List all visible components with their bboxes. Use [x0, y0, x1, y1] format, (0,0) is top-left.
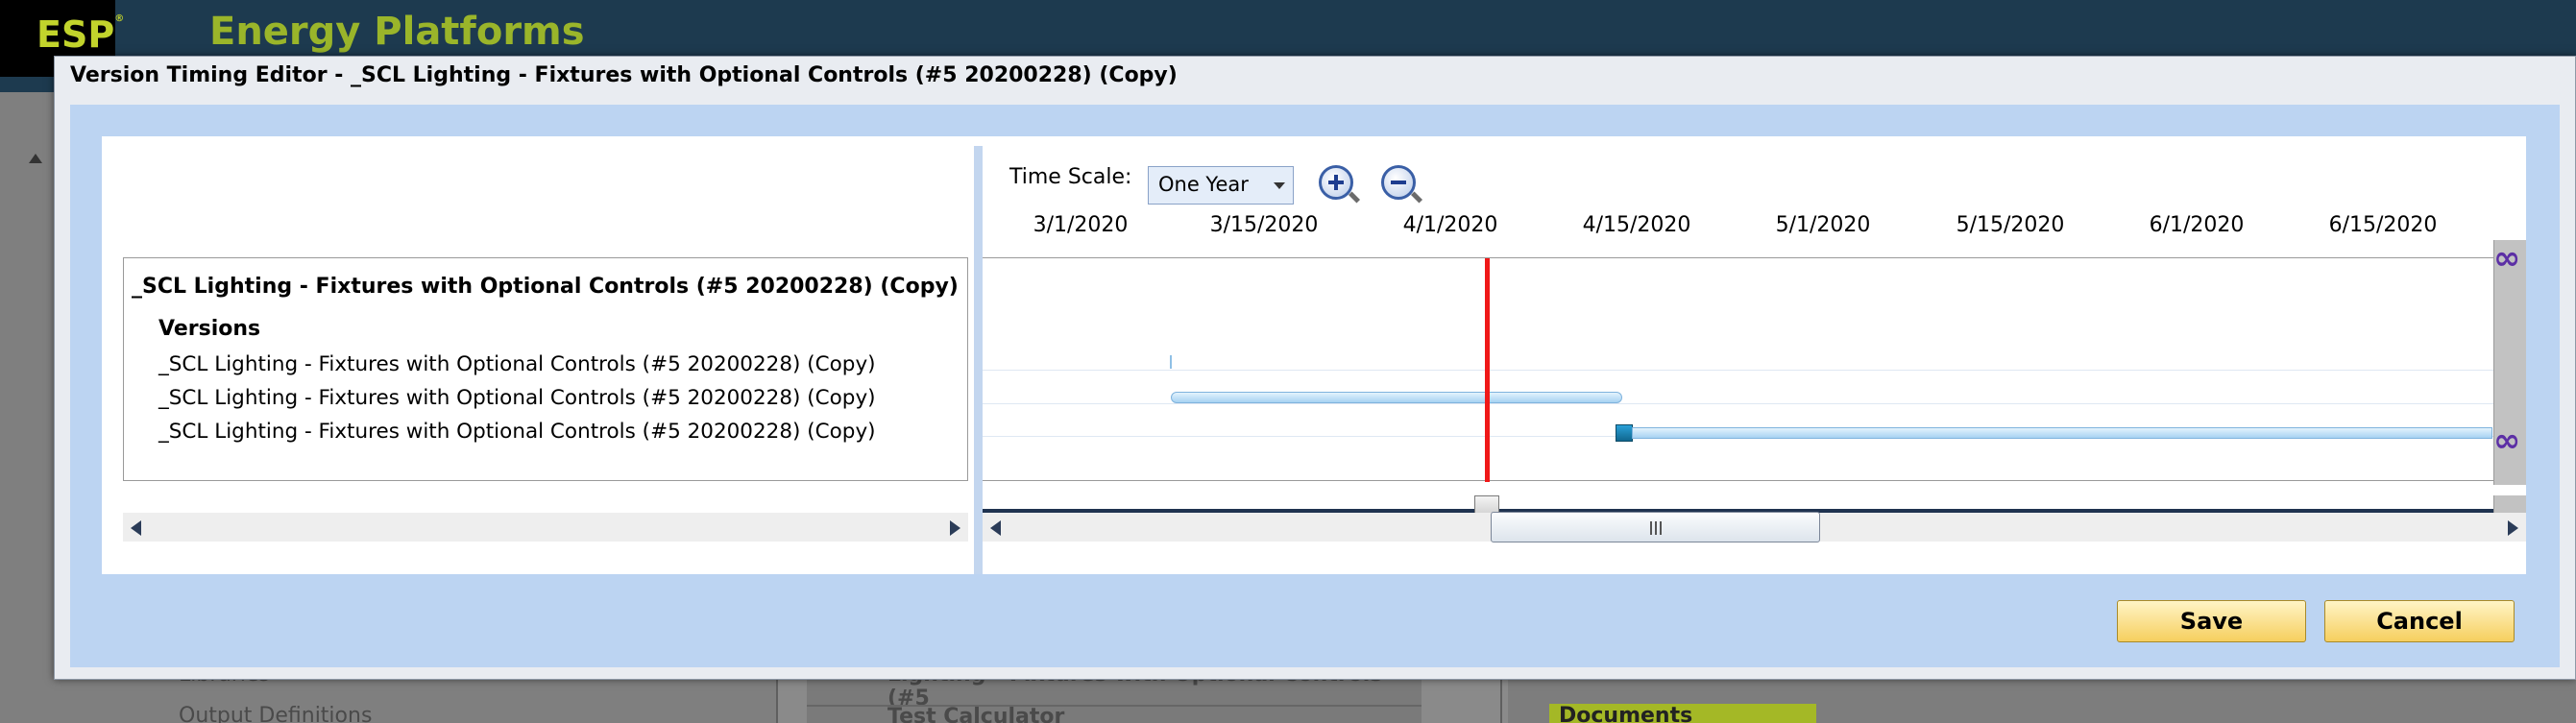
background-documents-header: Documents	[1549, 704, 1816, 723]
logo-text: ESP	[36, 13, 115, 56]
zoom-out-icon-handle	[1410, 191, 1423, 204]
zoom-in-button[interactable]	[1319, 165, 1361, 204]
date-label: 5/1/2020	[1775, 213, 1871, 237]
dialog-body: _SCL Lighting - Fixtures with Optional C…	[70, 105, 2560, 667]
timeline-chart	[983, 257, 2493, 482]
tree-horizontal-scrollbar[interactable]	[123, 513, 968, 542]
date-label: 6/15/2020	[2328, 213, 2438, 237]
grip-line	[1655, 521, 1657, 535]
background-output-definitions-link: Output Definitions	[179, 704, 373, 723]
time-scale-select[interactable]: One Year	[1148, 166, 1294, 205]
infinity-icon: ∞	[2493, 239, 2521, 277]
tree-version-item[interactable]: _SCL Lighting - Fixtures with Optional C…	[158, 420, 876, 444]
panel-splitter[interactable]	[974, 146, 983, 574]
logo-mark: ®	[114, 13, 125, 24]
scroll-right-icon[interactable]	[950, 520, 960, 536]
time-scale-value: One Year	[1158, 173, 1249, 196]
zoom-out-button[interactable]	[1381, 165, 1423, 204]
background-list-row: Test Calculator	[807, 705, 1422, 723]
grip-line	[1660, 521, 1662, 535]
time-scale-label: Time Scale:	[1009, 165, 1132, 189]
date-label: 6/1/2020	[2149, 213, 2245, 237]
scrollbar-thumb[interactable]	[1491, 512, 1820, 542]
date-label: 4/15/2020	[1582, 213, 1691, 237]
dialog-title: Version Timing Editor - _SCL Lighting - …	[70, 63, 1178, 87]
app-title: Energy Platforms	[209, 10, 585, 54]
date-label: 3/1/2020	[1033, 213, 1129, 237]
version-timing-bar[interactable]	[1632, 427, 2492, 439]
version-tree: _SCL Lighting - Fixtures with Optional C…	[123, 257, 968, 481]
zoom-out-icon	[1391, 181, 1406, 184]
timeline-row-divider	[983, 370, 2493, 371]
tree-group-versions[interactable]: Versions	[158, 317, 260, 341]
save-button[interactable]: Save	[2117, 600, 2306, 642]
date-label: 5/15/2020	[1956, 213, 2065, 237]
version-timing-bar[interactable]	[1171, 392, 1622, 403]
zoom-in-icon-plus	[1334, 175, 1338, 190]
scroll-right-icon[interactable]	[2508, 520, 2518, 536]
tree-version-item[interactable]: _SCL Lighting - Fixtures with Optional C…	[158, 352, 876, 376]
scroll-left-icon[interactable]	[131, 520, 141, 536]
dropdown-caret-icon	[1274, 182, 1285, 189]
background-caret-icon	[29, 154, 42, 163]
tree-root-label[interactable]: _SCL Lighting - Fixtures with Optional C…	[132, 275, 959, 299]
infinity-icon: ∞	[2493, 422, 2521, 460]
background-row-label: Test Calculator	[887, 705, 1065, 723]
cancel-button[interactable]: Cancel	[2324, 600, 2515, 642]
timeline-row-divider	[983, 403, 2493, 404]
date-label: 3/15/2020	[1209, 213, 1319, 237]
editor-panel: _SCL Lighting - Fixtures with Optional C…	[102, 136, 2526, 574]
version-start-handle[interactable]	[1616, 424, 1633, 442]
date-label: 4/1/2020	[1402, 213, 1498, 237]
current-date-line	[1485, 258, 1490, 482]
version-timing-editor-dialog: Version Timing Editor - _SCL Lighting - …	[54, 56, 2576, 680]
scroll-left-icon[interactable]	[990, 520, 1001, 536]
tree-version-item[interactable]: _SCL Lighting - Fixtures with Optional C…	[158, 386, 876, 410]
timeline-horizontal-scrollbar[interactable]	[983, 512, 2526, 542]
grip-line	[1650, 521, 1652, 535]
zoom-in-icon-handle	[1348, 191, 1361, 204]
version-marker[interactable]	[1170, 355, 1172, 369]
